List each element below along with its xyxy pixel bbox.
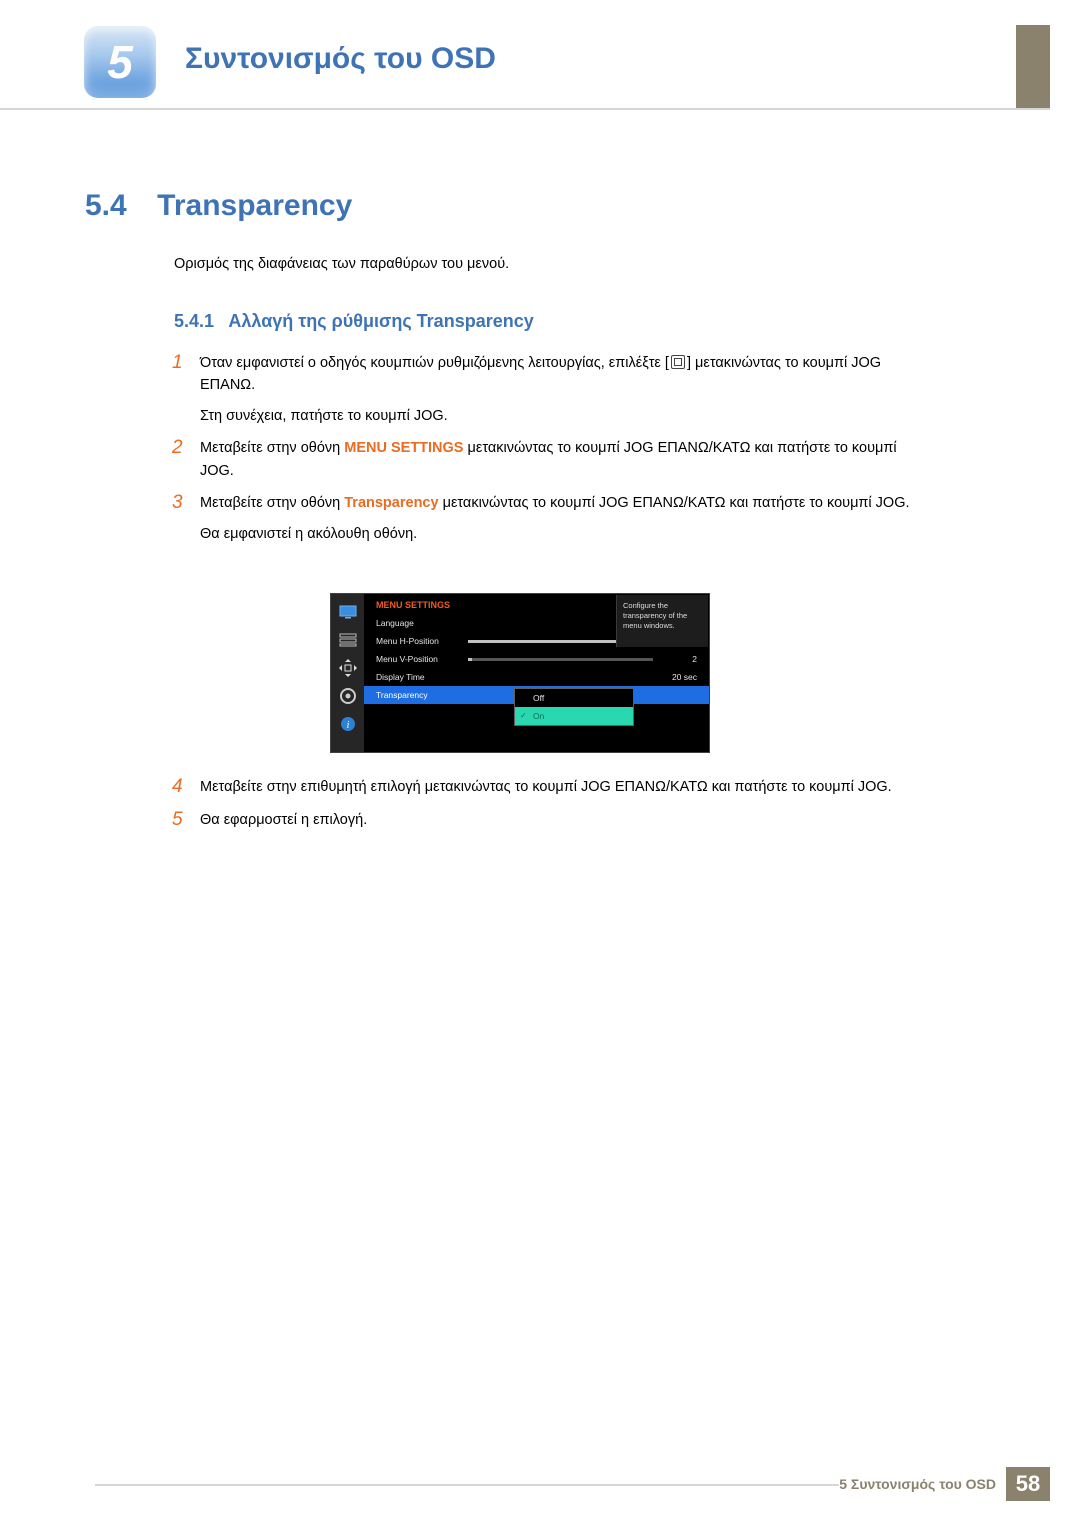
osd-sidebar: i — [331, 594, 364, 752]
step-number: 1 — [172, 352, 200, 375]
step-number: 4 — [172, 776, 200, 799]
step-3: 3 Μεταβείτε στην οθόνη Transparency μετα… — [172, 492, 922, 545]
step-text: Όταν εμφανιστεί ο οδηγός κουμπιών ρυθμιζ… — [200, 355, 669, 371]
gear-icon — [338, 686, 358, 706]
section-description: Ορισμός της διαφάνειας των παραθύρων του… — [174, 256, 509, 272]
step-subtext: Στη συνέχεια, πατήστε το κουμπί JOG. — [200, 405, 922, 427]
osd-row-label: Menu V-Position — [376, 654, 468, 664]
footer-page-number: 58 — [1006, 1467, 1050, 1501]
monitor-icon — [338, 602, 358, 622]
step-body: Μεταβείτε στην οθόνη MENU SETTINGS μετακ… — [200, 437, 922, 482]
footer: 5 Συντονισμός του OSD 58 — [0, 1467, 1050, 1501]
section-title: Transparency — [157, 189, 352, 223]
osd-screenshot: i MENU SETTINGS Language English Menu H-… — [330, 593, 710, 753]
steps-list: 1 Όταν εμφανιστεί ο οδηγός κουμπιών ρυθμ… — [172, 352, 922, 555]
move-icon — [338, 658, 358, 678]
osd-row-label: Display Time — [376, 672, 468, 682]
steps-list-below: 4 Μεταβείτε στην επιθυμητή επιλογή μετακ… — [172, 776, 922, 842]
header-accent-tab — [1016, 25, 1050, 108]
step-subtext: Θα εμφανιστεί η ακόλουθη οθόνη. — [200, 523, 922, 545]
osd-row-display-time: Display Time 20 sec — [376, 668, 697, 686]
step-1: 1 Όταν εμφανιστεί ο οδηγός κουμπιών ρυθμ… — [172, 352, 922, 427]
step-text: Μεταβείτε στην οθόνη — [200, 440, 344, 456]
step-5: 5 Θα εφαρμοστεί η επιλογή. — [172, 809, 922, 832]
subsection-heading: 5.4.1 Αλλαγή της ρύθμισης Transparency — [174, 311, 534, 332]
chapter-badge: 5 — [84, 26, 156, 98]
osd-dropdown: Off On — [514, 688, 634, 726]
chapter-number: 5 — [107, 35, 133, 89]
step-2: 2 Μεταβείτε στην οθόνη MENU SETTINGS μετ… — [172, 437, 922, 482]
step-4: 4 Μεταβείτε στην επιθυμητή επιλογή μετακ… — [172, 776, 922, 799]
osd-row-value: 2 — [653, 654, 697, 664]
step-number: 3 — [172, 492, 200, 515]
osd-description-panel: Configure the transparency of the menu w… — [616, 595, 708, 647]
info-icon: i — [338, 714, 358, 734]
subsection-number: 5.4.1 — [174, 311, 214, 331]
osd-row-label: Transparency — [376, 690, 468, 700]
chapter-title: Συντονισμός του OSD — [185, 42, 496, 76]
step-text: μετακινώντας το κουμπί JOG ΕΠΑΝΩ/ΚΑΤΩ κα… — [439, 495, 910, 511]
subsection-title: Αλλαγή της ρύθμισης Transparency — [228, 311, 533, 331]
osd-row-label: Language — [376, 618, 468, 628]
step-body: Θα εφαρμοστεί η επιλογή. — [200, 809, 922, 831]
header-divider — [0, 108, 1050, 110]
step-body: Όταν εμφανιστεί ο οδηγός κουμπιών ρυθμιζ… — [200, 352, 922, 427]
osd-option-off: Off — [515, 689, 633, 707]
list-icon — [338, 630, 358, 650]
osd-row-menu-v: Menu V-Position 2 — [376, 650, 697, 668]
osd-option-on: On — [515, 707, 633, 725]
osd-row-slider — [468, 658, 653, 661]
step-number: 2 — [172, 437, 200, 460]
highlight-text: Transparency — [344, 495, 438, 511]
step-number: 5 — [172, 809, 200, 832]
footer-label: 5 Συντονισμός του OSD — [839, 1476, 1006, 1492]
step-body: Μεταβείτε στην οθόνη Transparency μετακι… — [200, 492, 922, 545]
section-number: 5.4 — [85, 189, 127, 223]
page: 5 Συντονισμός του OSD 5.4 Transparency Ο… — [0, 0, 1080, 1527]
section-heading: 5.4 Transparency — [85, 189, 352, 223]
menu-icon — [671, 355, 685, 369]
highlight-text: MENU SETTINGS — [344, 440, 463, 456]
step-text: Μεταβείτε στην οθόνη — [200, 495, 344, 511]
osd-main: MENU SETTINGS Language English Menu H-Po… — [364, 594, 709, 752]
step-body: Μεταβείτε στην επιθυμητή επιλογή μετακιν… — [200, 776, 922, 798]
osd-row-label: Menu H-Position — [376, 636, 468, 646]
svg-text:i: i — [346, 720, 349, 731]
osd-row-value: 20 sec — [653, 672, 697, 682]
